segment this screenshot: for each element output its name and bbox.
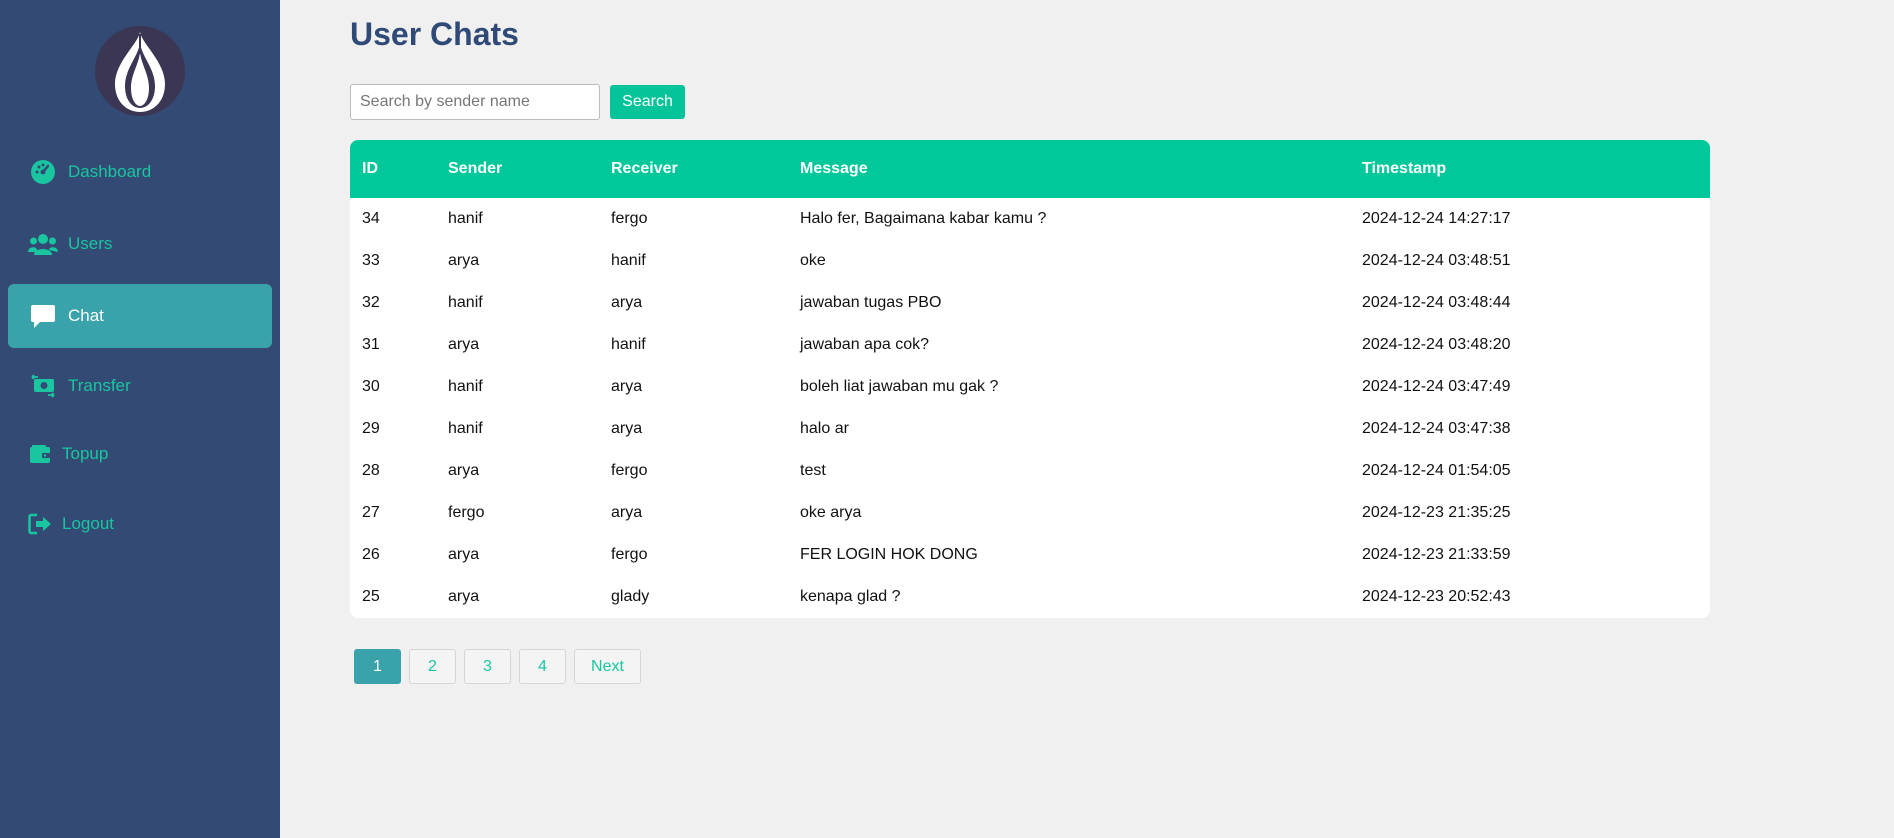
- sidebar-item-users[interactable]: Users: [8, 212, 272, 276]
- cell-message: boleh liat jawaban mu gak ?: [800, 378, 999, 395]
- cell-id: 32: [362, 294, 380, 311]
- cell-sender: fergo: [448, 504, 485, 521]
- sidebar: Dashboard Users Chat Transfer Topup Logo…: [0, 0, 280, 838]
- cell-timestamp: 2024-12-24 03:48:44: [1362, 294, 1511, 311]
- cell-message: test: [800, 462, 826, 479]
- column-header-timestamp: Timestamp: [1362, 160, 1447, 177]
- cell-receiver: arya: [611, 294, 643, 311]
- cell-timestamp: 2024-12-24 03:47:49: [1362, 378, 1511, 395]
- next-page-button[interactable]: Next: [574, 649, 641, 684]
- cell-timestamp: 2024-12-24 03:48:51: [1362, 252, 1511, 269]
- table-header-row: ID Sender Receiver Message Timestamp: [350, 140, 1710, 198]
- cell-sender: hanif: [448, 294, 483, 311]
- table-row: 26 arya fergo FER LOGIN HOK DONG 2024-12…: [350, 534, 1710, 576]
- sidebar-item-dashboard[interactable]: Dashboard: [8, 140, 272, 204]
- cell-sender: arya: [448, 336, 480, 353]
- page-button-1[interactable]: 1: [354, 649, 401, 684]
- cell-timestamp: 2024-12-24 14:27:17: [1362, 210, 1511, 227]
- cell-receiver: hanif: [611, 336, 646, 353]
- sidebar-item-label: Dashboard: [68, 162, 152, 181]
- table-row: 31 arya hanif jawaban apa cok? 2024-12-2…: [350, 324, 1710, 366]
- cell-id: 30: [362, 378, 380, 395]
- cell-id: 28: [362, 462, 380, 479]
- cell-timestamp: 2024-12-23 21:35:25: [1362, 504, 1511, 521]
- page-button-2[interactable]: 2: [409, 649, 456, 684]
- table-row: 33 arya hanif oke 2024-12-24 03:48:51: [350, 240, 1710, 282]
- cell-sender: arya: [448, 462, 480, 479]
- cell-sender: arya: [448, 588, 480, 605]
- table-row: 27 fergo arya oke arya 2024-12-23 21:35:…: [350, 492, 1710, 534]
- cell-message: FER LOGIN HOK DONG: [800, 546, 978, 563]
- sidebar-item-chat[interactable]: Chat: [8, 284, 272, 348]
- table-row: 28 arya fergo test 2024-12-24 01:54:05: [350, 450, 1710, 492]
- cell-receiver: glady: [611, 588, 650, 605]
- sidebar-item-topup[interactable]: Topup: [8, 422, 272, 486]
- sidebar-item-logout[interactable]: Logout: [8, 492, 272, 556]
- dashboard-icon: [28, 157, 58, 187]
- cell-message: halo ar: [800, 420, 849, 437]
- pagination: 1 2 3 4 Next: [354, 649, 641, 684]
- sidebar-item-label: Users: [68, 234, 113, 253]
- cell-receiver: arya: [611, 504, 643, 521]
- logout-icon: [28, 509, 52, 539]
- column-header-id: ID: [362, 160, 378, 177]
- table-row: 29 hanif arya halo ar 2024-12-24 03:47:3…: [350, 408, 1710, 450]
- cell-id: 25: [362, 588, 380, 605]
- chats-table: ID Sender Receiver Message Timestamp 34 …: [350, 140, 1710, 618]
- table-row: 32 hanif arya jawaban tugas PBO 2024-12-…: [350, 282, 1710, 324]
- cell-sender: arya: [448, 546, 480, 563]
- search-button[interactable]: Search: [610, 85, 685, 119]
- sidebar-item-label: Chat: [68, 306, 104, 325]
- cell-sender: hanif: [448, 378, 483, 395]
- table-row: 34 hanif fergo Halo fer, Bagaimana kabar…: [350, 198, 1710, 240]
- cell-receiver: fergo: [611, 462, 648, 479]
- cell-id: 29: [362, 420, 380, 437]
- cell-timestamp: 2024-12-23 21:33:59: [1362, 546, 1511, 563]
- column-header-message: Message: [800, 160, 868, 177]
- cell-receiver: arya: [611, 378, 643, 395]
- cell-id: 34: [362, 210, 380, 227]
- table-row: 25 arya glady kenapa glad ? 2024-12-23 2…: [350, 576, 1710, 618]
- cell-timestamp: 2024-12-24 01:54:05: [1362, 462, 1511, 479]
- page-button-4[interactable]: 4: [519, 649, 566, 684]
- table-row: 30 hanif arya boleh liat jawaban mu gak …: [350, 366, 1710, 408]
- sidebar-item-label: Transfer: [68, 376, 131, 395]
- cell-message: Halo fer, Bagaimana kabar kamu ?: [800, 210, 1047, 227]
- page-button-3[interactable]: 3: [464, 649, 511, 684]
- chat-icon: [28, 301, 58, 331]
- cell-message: jawaban tugas PBO: [800, 294, 942, 311]
- users-icon: [28, 229, 58, 259]
- transfer-icon: [28, 371, 58, 401]
- page-title: User Chats: [350, 16, 519, 52]
- cell-timestamp: 2024-12-24 03:47:38: [1362, 420, 1511, 437]
- cell-sender: arya: [448, 252, 480, 269]
- search-input[interactable]: [350, 84, 600, 120]
- cell-message: oke: [800, 252, 826, 269]
- cell-id: 31: [362, 336, 380, 353]
- cell-sender: hanif: [448, 420, 483, 437]
- cell-receiver: fergo: [611, 210, 648, 227]
- cell-id: 27: [362, 504, 380, 521]
- cell-message: jawaban apa cok?: [800, 336, 929, 353]
- cell-receiver: fergo: [611, 546, 648, 563]
- wallet-icon: [28, 439, 52, 469]
- cell-id: 33: [362, 252, 380, 269]
- cell-timestamp: 2024-12-24 03:48:20: [1362, 336, 1511, 353]
- cell-sender: hanif: [448, 210, 483, 227]
- sidebar-item-label: Topup: [62, 444, 109, 463]
- cell-message: oke arya: [800, 504, 862, 521]
- sidebar-item-transfer[interactable]: Transfer: [8, 354, 272, 418]
- main-content: User Chats Search ID Sender Receiver Mes…: [280, 0, 1894, 838]
- cell-id: 26: [362, 546, 380, 563]
- onion-logo-icon: [95, 26, 185, 116]
- cell-receiver: hanif: [611, 252, 646, 269]
- cell-message: kenapa glad ?: [800, 588, 901, 605]
- column-header-receiver: Receiver: [611, 160, 678, 177]
- cell-timestamp: 2024-12-23 20:52:43: [1362, 588, 1511, 605]
- column-header-sender: Sender: [448, 160, 503, 177]
- cell-receiver: arya: [611, 420, 643, 437]
- sidebar-item-label: Logout: [62, 514, 114, 533]
